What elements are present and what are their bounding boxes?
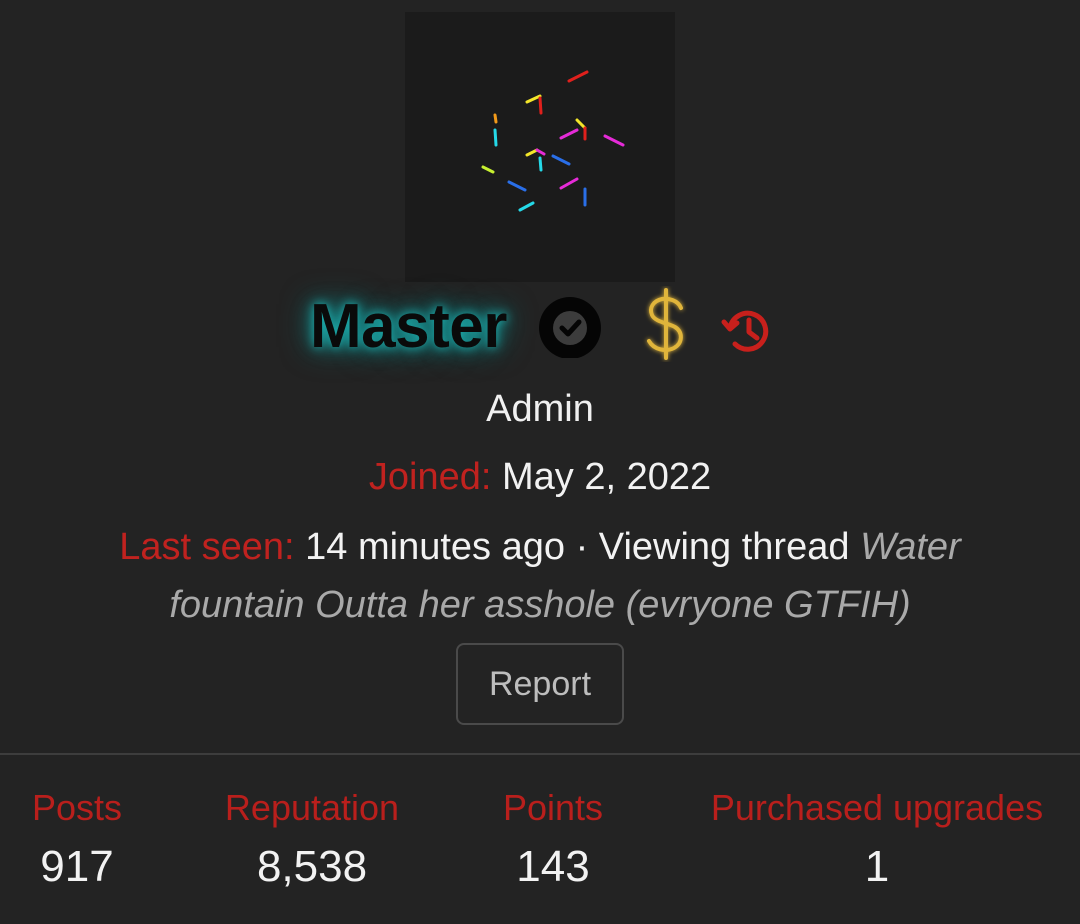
joined-label: Joined: bbox=[368, 456, 492, 498]
profile-header: Master Admin Joined: May 2, 2022 Last se… bbox=[0, 0, 1080, 755]
avatar-image bbox=[481, 70, 625, 212]
last-seen-label: Last seen: bbox=[119, 526, 295, 568]
stat-value: 1 bbox=[864, 842, 890, 891]
username: Master bbox=[310, 292, 507, 361]
report-button[interactable]: Report bbox=[456, 643, 624, 725]
separator: · bbox=[565, 526, 599, 568]
joined-date: May 2, 2022 bbox=[501, 456, 712, 498]
stat-label: Posts bbox=[31, 787, 123, 828]
last-seen-time: 14 minutes ago bbox=[305, 526, 566, 568]
user-role: Admin bbox=[486, 388, 594, 430]
stat-purchased-upgrades[interactable]: Purchased upgrades 1 bbox=[700, 785, 1054, 895]
stat-value: 8,538 bbox=[256, 842, 368, 891]
last-seen-info: Last seen: 14 minutes ago · Viewing thre… bbox=[60, 518, 1020, 634]
check-circle-icon bbox=[539, 297, 601, 358]
stat-points[interactable]: Points 143 bbox=[490, 785, 616, 895]
history-icon[interactable] bbox=[720, 306, 774, 356]
stat-posts[interactable]: Posts 917 bbox=[20, 785, 134, 895]
stats-bar: Posts 917 Reputation 8,538 Points 143 Pu… bbox=[0, 755, 1080, 924]
activity-text: Viewing thread bbox=[598, 526, 850, 568]
joined-info: Joined: May 2, 2022 bbox=[0, 453, 1080, 501]
stat-label: Purchased upgrades bbox=[710, 787, 1044, 828]
stat-value: 143 bbox=[516, 842, 590, 891]
stat-label: Reputation bbox=[224, 787, 400, 828]
stat-value: 917 bbox=[40, 842, 114, 891]
stat-label: Points bbox=[502, 787, 604, 828]
dollar-sign-icon[interactable] bbox=[638, 286, 694, 362]
stat-reputation[interactable]: Reputation 8,538 bbox=[216, 785, 408, 895]
username-row: Master bbox=[0, 282, 1080, 372]
avatar[interactable] bbox=[405, 12, 675, 282]
